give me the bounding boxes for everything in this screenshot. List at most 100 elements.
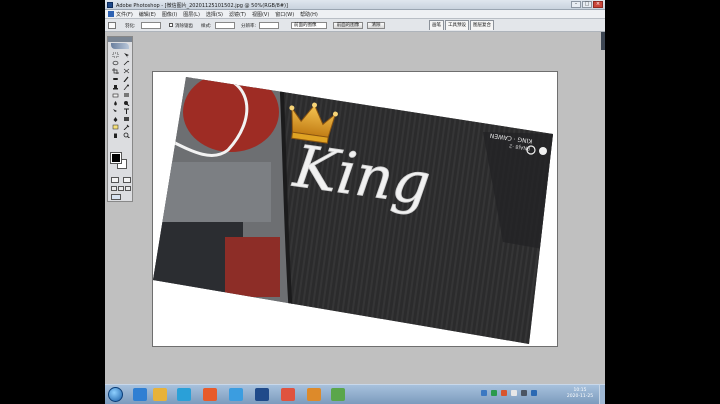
eyedropper-icon[interactable]	[121, 123, 131, 130]
crop-icon[interactable]	[110, 67, 120, 74]
browser-icon[interactable]	[229, 388, 243, 401]
options-bar: 羽化: 消除锯齿 样式: 分辨率: 前面的图像 前面的图像 清除 画笔 工具预设图…	[105, 19, 605, 32]
badge-dot-icon	[539, 147, 547, 155]
show-desktop-button[interactable]	[599, 385, 605, 404]
history-brush-icon[interactable]	[121, 83, 131, 90]
desktop-screen: Adobe Photoshop - [微信图片_20201125101502.j…	[105, 0, 605, 404]
maximize-button[interactable]: □	[582, 1, 592, 8]
media-icon[interactable]	[203, 388, 217, 401]
seat-gray-panel	[161, 162, 271, 222]
standard-mode-button[interactable]	[111, 177, 119, 183]
photo-image: King KING · CAWEN 8NAJ8 ·2	[153, 77, 553, 344]
slice-icon[interactable]	[121, 67, 131, 74]
stamp-icon[interactable]	[110, 83, 120, 90]
tool-grid	[110, 51, 132, 138]
menu-item[interactable]: 图层(L)	[183, 11, 200, 18]
window-title: Adobe Photoshop - [微信图片_20201125101502.j…	[116, 3, 288, 9]
notes-icon[interactable]	[110, 123, 120, 130]
menu-item[interactable]: 窗口(W)	[275, 11, 294, 18]
menu-bar: 文件(F) 编辑(E) 图像(I) 图层(L) 选择(S) 滤镜(T) 视图(V) 窗口(W)…	[105, 10, 605, 19]
resolution-input[interactable]	[259, 22, 279, 29]
clock-date: 2020-11-25	[566, 394, 594, 399]
photoshop-icon	[107, 2, 113, 8]
feather-logo-icon	[111, 43, 129, 49]
color-swatches	[110, 152, 129, 169]
tray-security-icon[interactable]	[491, 390, 497, 396]
menu-items: 文件(F) 编辑(E) 图像(I) 图层(L) 选择(S) 滤镜(T) 视图(V) 窗口(W)…	[116, 11, 324, 18]
feather-label: 羽化:	[125, 24, 136, 29]
hand-icon[interactable]	[110, 131, 120, 138]
resolution-label: 分辨率:	[241, 24, 257, 29]
marquee-icon[interactable]	[110, 51, 120, 58]
full-screen-menu-button[interactable]	[118, 186, 124, 191]
menu-item[interactable]: 帮助(H)	[300, 11, 318, 18]
palette-tab[interactable]: 图层复合	[470, 20, 494, 30]
palette-tab[interactable]: 工具预设	[445, 20, 469, 30]
menu-item[interactable]: 图像(I)	[162, 11, 177, 18]
path-select-icon[interactable]	[110, 107, 120, 114]
healing-icon[interactable]	[110, 75, 120, 82]
tool-icon[interactable]	[331, 388, 345, 401]
antialias-label: 消除锯齿	[175, 24, 193, 29]
pen-icon[interactable]	[110, 115, 120, 122]
quick-mask-button[interactable]	[123, 177, 131, 183]
seat-red-cushion	[183, 77, 279, 152]
menu-item[interactable]: 选择(S)	[206, 11, 223, 18]
tray-volume-icon[interactable]	[511, 390, 517, 396]
paint-icon[interactable]	[281, 388, 295, 401]
system-tray	[481, 390, 541, 396]
tray-flag-icon[interactable]	[521, 390, 527, 396]
close-button[interactable]: ×	[593, 1, 603, 8]
menu-item[interactable]: 文件(F)	[116, 11, 133, 18]
jump-to-imageready-button[interactable]	[111, 194, 121, 200]
style-input[interactable]	[215, 22, 235, 29]
minimize-button[interactable]: –	[571, 1, 581, 8]
blur-icon[interactable]	[110, 99, 120, 106]
menu-item[interactable]: 编辑(E)	[139, 11, 156, 18]
screen-modes	[111, 186, 131, 191]
clock[interactable]: 10:15 2020-11-25	[563, 388, 597, 400]
dodge-icon[interactable]	[121, 99, 131, 106]
menu-item[interactable]: 视图(V)	[252, 11, 269, 18]
magic-wand-icon[interactable]	[121, 59, 131, 66]
full-screen-button[interactable]	[125, 186, 131, 191]
folder-icon[interactable]	[153, 388, 167, 401]
clear-button[interactable]: 清除	[367, 22, 385, 29]
type-icon[interactable]	[121, 107, 131, 114]
photoshop-logo-icon	[108, 11, 114, 17]
seat-red-lower	[225, 237, 280, 297]
eraser-icon[interactable]	[110, 91, 120, 98]
tools-panel	[107, 36, 133, 202]
title-bar: Adobe Photoshop - [微信图片_20201125101502.j…	[105, 0, 605, 10]
move-icon[interactable]	[121, 51, 131, 58]
feather-input[interactable]	[141, 22, 161, 29]
palette-scrollbar[interactable]	[601, 32, 605, 50]
tray-network-icon[interactable]	[481, 390, 487, 396]
shape-icon[interactable]	[121, 115, 131, 122]
gradient-icon[interactable]	[121, 91, 131, 98]
palette-well: 画笔 工具预设 图层复合	[429, 20, 495, 30]
style-label: 样式:	[201, 24, 212, 29]
foreground-color-swatch[interactable]	[110, 152, 122, 164]
palette-tab[interactable]: 画笔	[429, 20, 444, 30]
ie-icon[interactable]	[133, 388, 147, 401]
qq-icon[interactable]	[177, 388, 191, 401]
tray-app-icon[interactable]	[501, 390, 507, 396]
document-canvas[interactable]: King KING · CAWEN 8NAJ8 ·2	[152, 71, 558, 347]
camera-icon[interactable]	[307, 388, 321, 401]
menu-item[interactable]: 滤镜(T)	[229, 11, 246, 18]
lasso-icon[interactable]	[110, 59, 120, 66]
standard-screen-button[interactable]	[111, 186, 117, 191]
taskbar: 10:15 2020-11-25	[105, 384, 605, 404]
tray-keyboard-icon[interactable]	[531, 390, 537, 396]
current-tool-icon[interactable]	[108, 22, 116, 29]
start-button[interactable]	[108, 387, 123, 402]
edit-mode	[111, 177, 131, 183]
brush-icon[interactable]	[121, 75, 131, 82]
front-image-button[interactable]: 前面的图像	[333, 22, 363, 29]
panel-grip[interactable]	[108, 37, 132, 42]
zoom-icon[interactable]	[121, 131, 131, 138]
size-dropdown[interactable]: 前面的图像	[291, 22, 327, 29]
antialias-checkbox[interactable]	[169, 23, 173, 27]
photoshop-icon[interactable]	[255, 388, 269, 401]
